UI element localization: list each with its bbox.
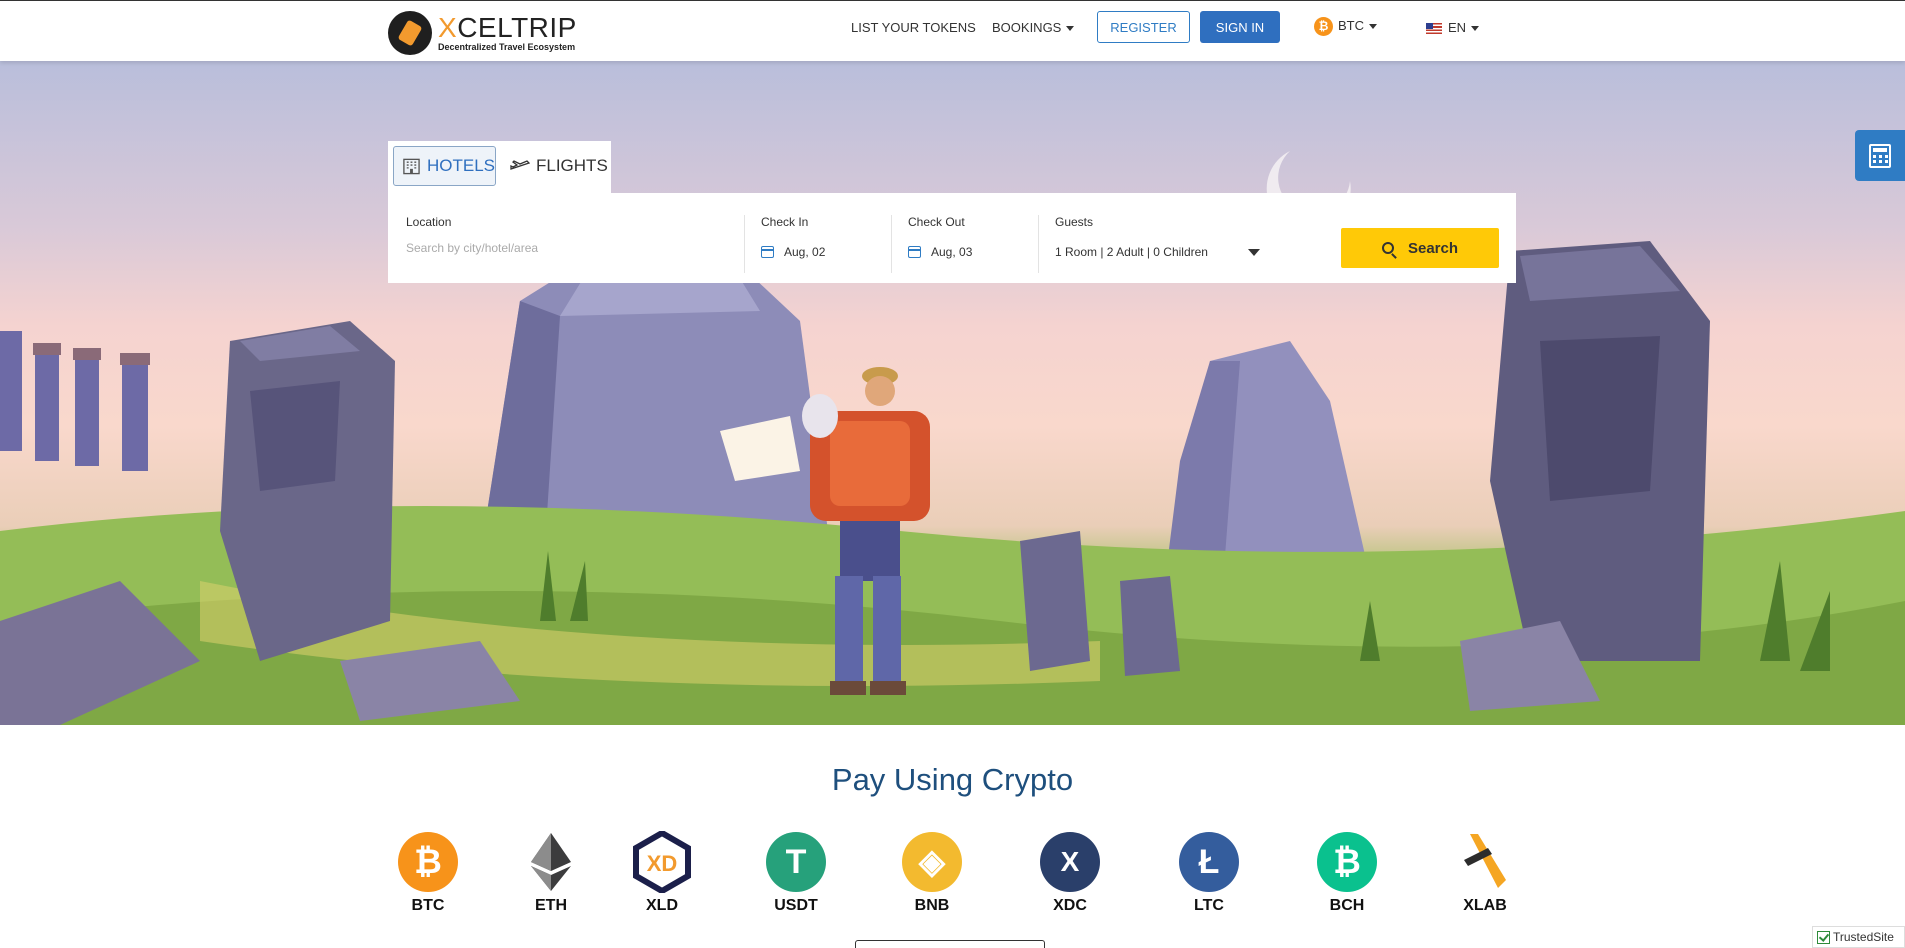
bookings-label: BOOKINGS xyxy=(992,20,1062,35)
checkin-field[interactable]: Check In Aug, 02 xyxy=(761,215,825,259)
field-divider xyxy=(744,215,745,273)
ltc-icon: Ł xyxy=(1179,832,1239,892)
checkout-label: Check Out xyxy=(908,215,965,229)
us-flag-icon xyxy=(1426,23,1442,35)
xdc-icon: X xyxy=(1040,832,1100,892)
trustedsite-badge[interactable]: TrustedSite xyxy=(1812,926,1905,948)
language-dropdown[interactable]: EN xyxy=(1426,20,1480,35)
search-icon xyxy=(1381,242,1394,254)
signin-button[interactable]: SIGN IN xyxy=(1200,11,1280,43)
coin-label: XDC xyxy=(1053,897,1087,914)
coin-label: BTC xyxy=(411,897,445,914)
coin-bnb: ◈ BNB xyxy=(892,832,972,915)
coin-ltc: Ł LTC xyxy=(1169,832,1249,915)
tab-flights[interactable]: FLIGHTS xyxy=(510,146,608,186)
location-field: Location xyxy=(406,215,726,257)
search-button-label: Search xyxy=(1407,239,1459,257)
logo-name: XCELTRIP xyxy=(438,11,577,43)
coin-btc: ₿ BTC xyxy=(388,832,468,915)
plane-icon xyxy=(510,160,530,170)
field-divider xyxy=(1038,215,1039,273)
guests-field[interactable]: Guests 1 Room | 2 Adult | 0 Children xyxy=(1055,215,1260,259)
currency-dropdown[interactable]: ₿ BTC xyxy=(1314,17,1377,36)
coin-xdc: X XDC xyxy=(1030,832,1110,915)
moai-middle xyxy=(1020,531,1090,671)
location-label: Location xyxy=(406,215,452,229)
coin-bch: ₿ BCH xyxy=(1307,832,1387,915)
xceltrip-logo[interactable]: XCELTRIP Decentralized Travel Ecosystem xyxy=(388,11,577,55)
logo-tagline: Decentralized Travel Ecosystem xyxy=(438,41,576,52)
hero-banner xyxy=(0,61,1905,725)
register-button[interactable]: REGISTER xyxy=(1097,11,1190,43)
checkout-field[interactable]: Check Out Aug, 03 xyxy=(908,215,972,259)
tab-flights-label: FLIGHTS xyxy=(536,156,608,175)
checkin-value: Aug, 02 xyxy=(784,245,826,259)
guests-value: 1 Room | 2 Adult | 0 Children xyxy=(1055,245,1208,259)
checkmark-icon xyxy=(1817,930,1830,944)
bitcoin-icon: ₿ xyxy=(1314,17,1333,36)
language-label: EN xyxy=(1448,20,1467,35)
chevron-down-icon xyxy=(1471,26,1480,32)
trustedsite-label: TrustedSite xyxy=(1833,930,1894,944)
coin-label: XLAB xyxy=(1463,897,1507,914)
hotel-icon xyxy=(403,158,420,175)
moai-left xyxy=(220,321,395,661)
checkout-value: Aug, 03 xyxy=(931,245,973,259)
list-your-tokens-link[interactable]: LIST YOUR TOKENS xyxy=(851,20,976,35)
guests-label: Guests xyxy=(1055,215,1094,229)
currency-label: BTC xyxy=(1338,17,1364,33)
coin-label: BNB xyxy=(914,897,950,914)
coin-xld: XD XLD xyxy=(622,831,702,915)
xld-icon: XD xyxy=(632,831,692,893)
chevron-down-icon xyxy=(1066,26,1075,32)
field-divider xyxy=(891,215,892,273)
xlab-icon xyxy=(1455,832,1515,892)
pay-using-crypto-title: Pay Using Crypto xyxy=(831,762,1074,797)
calendar-icon xyxy=(908,246,921,258)
chevron-down-icon xyxy=(1369,24,1377,29)
location-input[interactable] xyxy=(406,241,726,255)
coin-label: USDT xyxy=(774,897,818,914)
bnb-icon: ◈ xyxy=(902,832,962,892)
eth-icon xyxy=(521,832,581,892)
calendar-icon xyxy=(761,246,774,258)
calculator-icon xyxy=(1869,143,1891,168)
btc-icon: ₿ xyxy=(398,832,458,892)
crypto-coin-list: ₿ BTC ETH XD XLD T USDT ◈ BNB X XDC Ł LT… xyxy=(388,831,1516,922)
bch-icon: ₿ xyxy=(1317,832,1377,892)
coin-label: BCH xyxy=(1329,897,1365,914)
coin-eth: ETH xyxy=(511,832,591,915)
search-button[interactable]: Search xyxy=(1341,228,1499,268)
top-navbar: XCELTRIP Decentralized Travel Ecosystem … xyxy=(0,0,1905,61)
view-more-button[interactable] xyxy=(855,940,1045,948)
calculator-button[interactable] xyxy=(1855,130,1905,181)
svg-text:XD: XD xyxy=(647,851,678,876)
coin-label: XLD xyxy=(646,897,678,914)
usdt-icon: T xyxy=(766,832,826,892)
search-tabs: HOTELS FLIGHTS xyxy=(388,141,611,193)
hero-illustration xyxy=(0,151,1905,725)
tab-hotels[interactable]: HOTELS xyxy=(393,146,496,186)
coin-xlab: XLAB xyxy=(1445,832,1525,915)
hotel-search-form: Location Check In Aug, 02 Check Out Aug,… xyxy=(388,193,1516,283)
coin-usdt: T USDT xyxy=(756,832,836,915)
dropdown-arrow-icon[interactable] xyxy=(1247,248,1260,256)
logo-mark-icon xyxy=(388,11,432,55)
checkin-label: Check In xyxy=(761,215,809,229)
coin-label: ETH xyxy=(535,897,567,914)
coin-label: LTC xyxy=(1194,897,1224,914)
tab-hotels-label: HOTELS xyxy=(426,156,495,175)
bookings-dropdown[interactable]: BOOKINGS xyxy=(992,20,1075,35)
